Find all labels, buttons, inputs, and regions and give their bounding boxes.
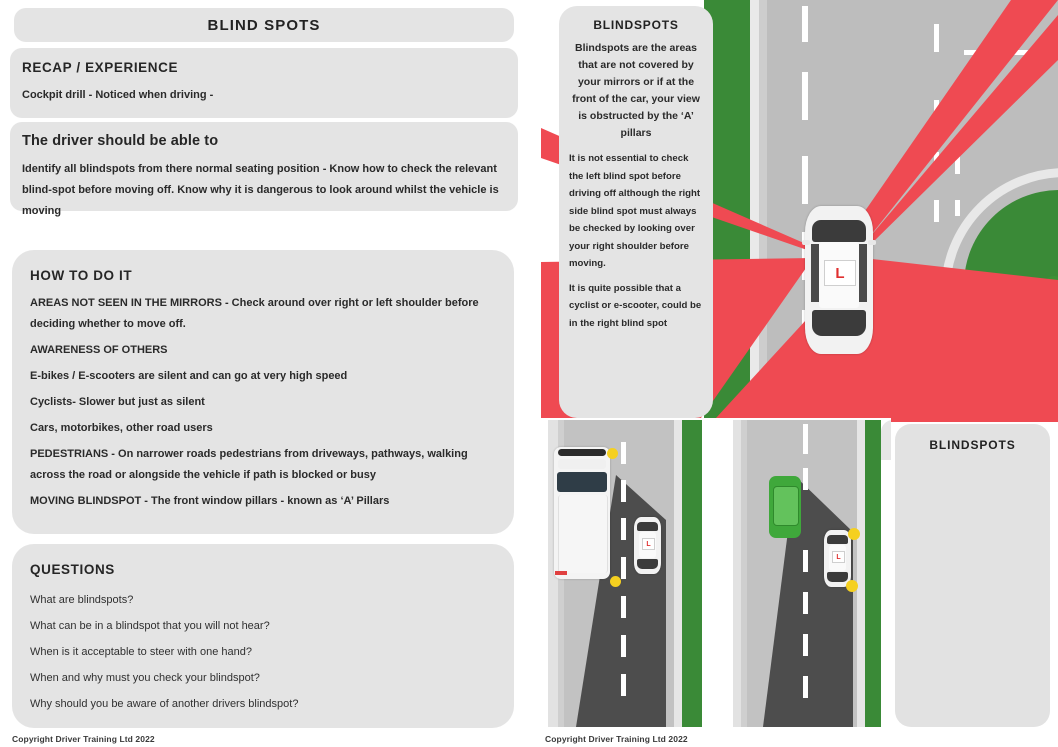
car-windscreen — [812, 220, 866, 242]
question-item: When is it acceptable to steer with one … — [30, 646, 252, 658]
van-cargo-roof — [558, 495, 608, 573]
recap-body: Cockpit drill - Noticed when driving - — [22, 89, 214, 101]
learner-car-small: L — [634, 517, 661, 574]
blindspots-label-panel: BLINDSPOTS — [895, 424, 1050, 727]
objective-heading: The driver should be able to — [22, 133, 219, 149]
diagram-blindspot-overhead: L BLINDSPOTS Blindspots are the areas th… — [541, 0, 1058, 418]
pavement-right — [702, 420, 718, 727]
lane-dash — [621, 635, 626, 657]
lane-dash — [621, 674, 626, 696]
howto-line: AWARENESS OF OTHERS — [30, 344, 168, 356]
kerb-corner — [881, 420, 891, 460]
kerb-line-right — [674, 420, 682, 727]
car-mirror-right — [868, 240, 876, 245]
diagram-van-blindspot: L — [548, 420, 718, 727]
van-rear-bar — [558, 449, 606, 456]
blindspot-marker-dot — [848, 528, 860, 540]
green-car-vehicle — [769, 476, 801, 538]
van-vehicle — [554, 447, 610, 579]
learner-plate-badge: L — [832, 551, 845, 563]
grass-verge-right — [682, 420, 702, 727]
car-rear-window — [637, 559, 658, 569]
car-windscreen — [827, 535, 848, 544]
blindspot-red-strip — [891, 412, 1058, 422]
right-diagram-column: L BLINDSPOTS Blindspots are the areas th… — [527, 0, 1058, 747]
learner-car-small: L — [824, 530, 851, 587]
questions-card: QUESTIONS What are blindspots? What can … — [12, 544, 514, 728]
objective-body: Identify all blindspots from there norma… — [22, 163, 499, 217]
lane-dash — [621, 557, 626, 579]
lane-dash — [803, 424, 808, 454]
howto-line: PEDESTRIANS - On narrower roads pedestri… — [30, 448, 468, 481]
question-item: Why should you be aware of another drive… — [30, 698, 299, 710]
blindspots-panel-title: BLINDSPOTS — [593, 18, 679, 32]
car-side-window-right — [859, 244, 867, 302]
diagram-green-car-blindspot: L — [733, 420, 891, 727]
lane-dash — [803, 634, 808, 656]
blindspots-panel-para3: It is quite possible that a cyclist or e… — [569, 282, 702, 329]
questions-heading: QUESTIONS — [30, 562, 115, 577]
objective-card: The driver should be able to Identify al… — [10, 122, 518, 217]
lane-dash — [621, 596, 626, 618]
recap-experience-card: RECAP / EXPERIENCE Cockpit drill - Notic… — [10, 48, 518, 118]
page-title-card: BLIND SPOTS — [14, 8, 514, 42]
question-item: When and why must you check your blindsp… — [30, 672, 260, 684]
blindspot-marker-dot — [607, 448, 618, 459]
copyright-notice-left: Copyright Driver Training Ltd 2022 — [12, 734, 155, 744]
blindspots-info-panel: BLINDSPOTS Blindspots are the areas that… — [559, 6, 713, 418]
question-item: What can be in a blindspot that you will… — [30, 620, 270, 632]
grass-verge-right — [865, 420, 881, 727]
car-mirror-left — [802, 240, 810, 245]
copyright-notice-right: Copyright Driver Training Ltd 2022 — [545, 734, 688, 744]
learner-car: L — [802, 206, 876, 354]
howto-heading: HOW TO DO IT — [30, 268, 133, 283]
pavement-right — [881, 420, 891, 727]
howto-line: MOVING BLINDSPOT - The front window pill… — [30, 495, 390, 507]
car-rear-window — [827, 572, 848, 582]
lane-dash — [621, 518, 626, 540]
question-item: What are blindspots? — [30, 594, 134, 606]
howto-line: Cars, motorbikes, other road users — [30, 422, 213, 434]
lane-dash — [621, 480, 626, 502]
left-content-column: BLIND SPOTS RECAP / EXPERIENCE Cockpit d… — [0, 0, 527, 747]
blindspot-cone-right-front — [847, 0, 1058, 245]
blindspots-panel-para2: It is not essential to check the left bl… — [569, 153, 701, 269]
lane-dash — [803, 676, 808, 698]
van-roof-panel — [558, 459, 606, 469]
van-taillight — [555, 571, 567, 575]
learner-plate-badge: L — [642, 538, 655, 550]
howto-line: E-bikes / E-scooters are silent and can … — [30, 370, 348, 382]
lane-dash — [803, 592, 808, 614]
kerb-line-right — [857, 420, 865, 727]
blindspot-marker-dot — [846, 580, 858, 592]
blindspot-marker-dot — [610, 576, 621, 587]
recap-heading: RECAP / EXPERIENCE — [22, 60, 179, 75]
page-title: BLIND SPOTS — [207, 16, 321, 34]
van-windscreen — [557, 472, 607, 492]
learner-plate-badge: L — [824, 260, 856, 286]
how-to-do-it-card: HOW TO DO IT AREAS NOT SEEN IN THE MIRRO… — [12, 250, 514, 534]
howto-line: Cyclists- Slower but just as silent — [30, 396, 205, 408]
car-windscreen — [637, 522, 658, 531]
lane-dash — [621, 442, 626, 464]
car-rear-window — [812, 310, 866, 336]
lane-dash — [803, 468, 808, 490]
blindspot-cone-right-front-2 — [863, 15, 1058, 252]
lane-dash — [803, 550, 808, 572]
howto-line: AREAS NOT SEEN IN THE MIRRORS - Check ar… — [30, 297, 479, 330]
blindspots-panel-intro: Blindspots are the areas that are not co… — [572, 42, 700, 139]
car-side-window-left — [811, 244, 819, 302]
blindspots-label-title: BLINDSPOTS — [929, 438, 1016, 452]
green-car-roof — [773, 486, 799, 526]
